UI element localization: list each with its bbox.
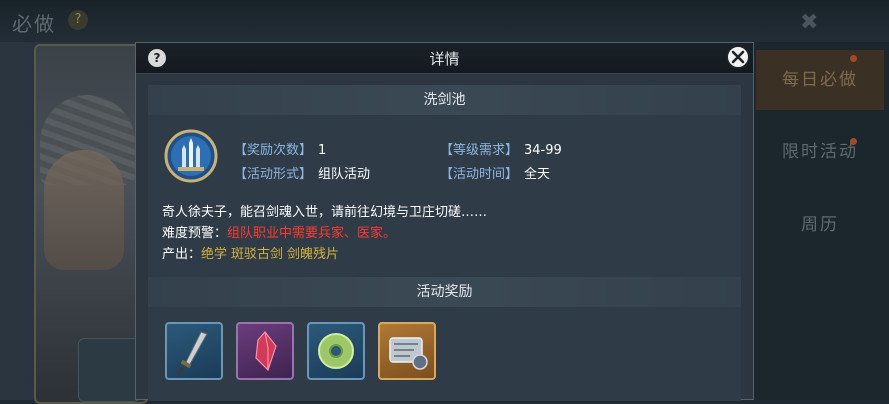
reward-item-slot[interactable] — [165, 322, 223, 380]
output-line: 产出：绝学 斑驳古剑 剑魄残片 — [162, 243, 343, 262]
rewards-title-bar: 活动奖励 — [148, 277, 741, 307]
reward-item-slot[interactable] — [378, 322, 436, 380]
reward-count-value: 1 — [318, 143, 327, 158]
dialog-title: 详情 — [429, 50, 460, 68]
activity-time-value: 全天 — [524, 167, 551, 182]
reward-item-slot[interactable] — [307, 322, 365, 380]
detail-dialog: ? 详情 洗剑池 【奖励次数】 1 【等级需求】 34-99 【活动形式】 组队活动 … — [135, 42, 754, 401]
scroll-map-icon — [389, 337, 428, 370]
activity-time-field: 【活动时间】 全天 — [440, 163, 550, 182]
rewards-title: 活动奖励 — [416, 284, 473, 300]
background-topbar — [0, 0, 889, 42]
tab-limited: 限时活动 — [782, 142, 858, 162]
notification-dot — [850, 138, 857, 145]
activity-name: 洗剑池 — [423, 92, 466, 108]
background-close-icon: ✖ — [800, 10, 819, 35]
tab-calendar: 周历 — [801, 215, 839, 235]
activity-form-field: 【活动形式】 组队活动 — [234, 163, 370, 182]
activity-form-label: 【活动形式】 — [234, 167, 313, 182]
activity-description: 奇人徐夫子，能召剑魂入世，请前往幻境与卫庄切磋…… — [162, 205, 488, 220]
activity-time-label: 【活动时间】 — [440, 167, 519, 182]
background-help-icon: ? — [68, 10, 88, 30]
output-item: 剑魄残片 — [287, 247, 340, 262]
red-crystal-icon — [255, 331, 277, 372]
reward-count-label: 【奖励次数】 — [234, 143, 313, 158]
warning-label: 难度预警： — [162, 226, 228, 241]
activity-name-bar: 洗剑池 — [148, 85, 741, 115]
level-req-value: 34-99 — [524, 143, 562, 158]
close-button[interactable] — [726, 45, 750, 69]
dialog-header: ? 详情 — [136, 43, 753, 74]
reward-item-slot[interactable] — [236, 322, 294, 380]
background-title: 必做 — [12, 12, 56, 36]
level-req-label: 【等级需求】 — [440, 143, 519, 158]
output-item: 绝学 — [201, 247, 228, 262]
notification-dot — [850, 55, 857, 62]
difficulty-warning: 难度预警：组队职业中需要兵家、医家。 — [162, 222, 396, 241]
jade-disc-icon — [318, 333, 354, 369]
character-portrait — [44, 150, 124, 270]
reward-count-field: 【奖励次数】 1 — [234, 139, 326, 158]
sword-pool-icon — [164, 129, 218, 183]
close-icon — [731, 50, 745, 64]
dagger-icon — [177, 331, 208, 375]
output-item: 斑驳古剑 — [231, 247, 284, 262]
tab-daily: 每日必做 — [756, 50, 884, 110]
output-label: 产出： — [162, 247, 202, 262]
background-small-card — [78, 338, 140, 402]
activity-form-value: 组队活动 — [318, 167, 371, 182]
level-req-field: 【等级需求】 34-99 — [440, 139, 562, 158]
warning-value: 组队职业中需要兵家、医家。 — [227, 226, 397, 241]
